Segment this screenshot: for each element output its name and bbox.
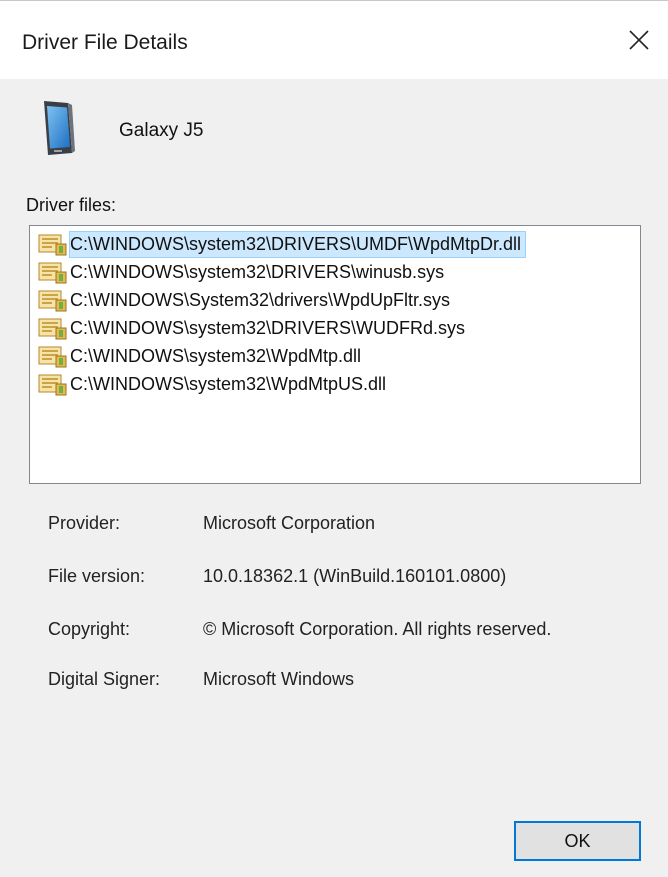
driver-files-label: Driver files: — [26, 195, 117, 215]
title-bar: Driver File Details — [0, 1, 668, 79]
driver-file-details-dialog: Driver File Details Galaxy J5 Driver fil… — [0, 0, 668, 877]
driver-file-path: C:\WINDOWS\System32\drivers\WpdUpFltr.sy… — [70, 290, 451, 310]
copyright-value: © Microsoft Corporation. All rights rese… — [203, 619, 552, 639]
copyright-label: Copyright: — [48, 619, 131, 639]
list-item[interactable]: C:\WINDOWS\system32\DRIVERS\winusb.sys — [34, 258, 638, 286]
ok-button[interactable]: OK — [514, 821, 641, 861]
file-version-label: File version: — [48, 566, 146, 586]
provider-label: Provider: — [48, 513, 121, 533]
digital-signer-label: Digital Signer: — [48, 669, 161, 689]
list-item[interactable]: C:\WINDOWS\system32\DRIVERS\UMDF\WpdMtpD… — [34, 230, 638, 258]
close-button[interactable] — [616, 17, 662, 63]
driver-file-path: C:\WINDOWS\system32\WpdMtp.dll — [70, 346, 362, 366]
driver-file-icon — [38, 262, 67, 284]
file-version-value: 10.0.18362.1 (WinBuild.160101.0800) — [203, 566, 507, 586]
provider-value: Microsoft Corporation — [203, 513, 376, 533]
driver-file-icon — [38, 374, 67, 396]
phone-icon — [44, 101, 75, 155]
close-icon — [629, 30, 649, 50]
digital-signer-value: Microsoft Windows — [203, 669, 355, 689]
driver-file-path: C:\WINDOWS\system32\DRIVERS\winusb.sys — [70, 262, 445, 282]
driver-file-icon — [38, 346, 67, 368]
driver-file-path: C:\WINDOWS\system32\DRIVERS\WUDFRd.sys — [70, 318, 466, 338]
list-item[interactable]: C:\WINDOWS\system32\DRIVERS\WUDFRd.sys — [34, 314, 638, 342]
driver-file-path: C:\WINDOWS\system32\DRIVERS\UMDF\WpdMtpD… — [68, 231, 527, 258]
driver-file-icon — [38, 318, 67, 340]
list-item[interactable]: C:\WINDOWS\system32\WpdMtp.dll — [34, 342, 638, 370]
list-item[interactable]: C:\WINDOWS\system32\WpdMtpUS.dll — [34, 370, 638, 398]
driver-file-path: C:\WINDOWS\system32\WpdMtpUS.dll — [70, 374, 387, 394]
dialog-title: Driver File Details — [22, 31, 188, 54]
device-name: Galaxy J5 — [119, 120, 204, 141]
driver-file-icon — [38, 290, 67, 312]
list-item[interactable]: C:\WINDOWS\System32\drivers\WpdUpFltr.sy… — [34, 286, 638, 314]
driver-file-icon — [38, 234, 67, 256]
driver-files-list[interactable]: C:\WINDOWS\system32\DRIVERS\UMDF\WpdMtpD… — [29, 225, 641, 484]
